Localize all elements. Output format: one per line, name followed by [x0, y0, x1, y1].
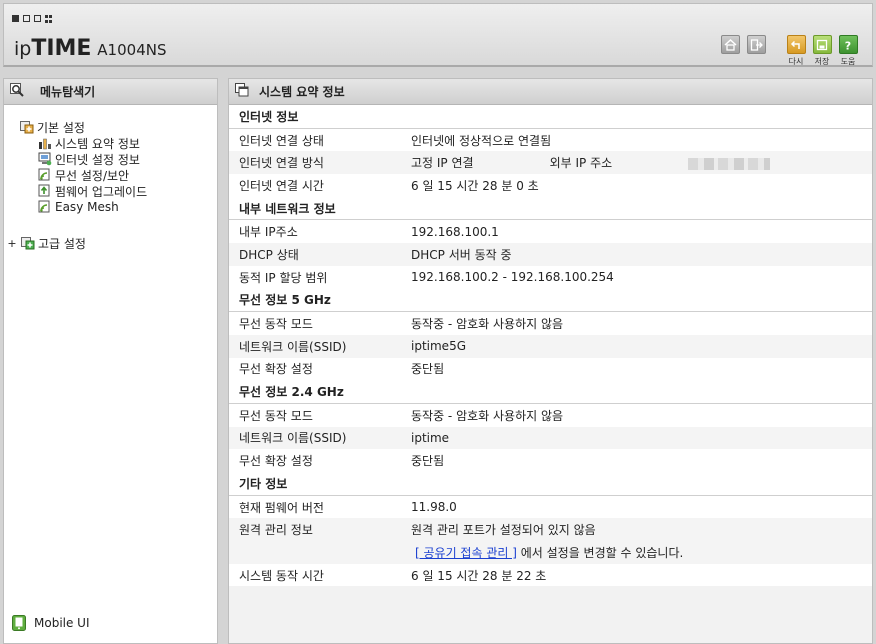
tree-basic-settings[interactable]: 기본 설정 [4, 119, 217, 135]
redacted-ip [688, 157, 771, 170]
section-etc: 기타 정보 [229, 472, 872, 496]
back-icon [786, 35, 806, 54]
section-wireless-5ghz: 무선 정보 5 GHz [229, 288, 872, 313]
table-row: 무선 확장 설정 중단됨 [239, 454, 445, 469]
tree-advanced-label: 고급 설정 [38, 236, 86, 251]
save-label: 저장 [814, 57, 830, 66]
back-label: 다시 [788, 57, 804, 66]
tree-basic-label: 기본 설정 [37, 120, 85, 135]
menu-tree: 기본 설정 시스템 요약 정보 인터넷 설정 정보 무선 설정/보안 펌웨어 업… [4, 119, 217, 251]
folder-advanced-icon [21, 236, 35, 250]
table-row: 동적 IP 할당 범위 192.168.100.2 - 192.168.100.2… [239, 270, 614, 285]
system-summary-header: 시스템 요약 정보 [229, 79, 872, 105]
tree-item-firmware-upgrade[interactable]: 펌웨어 업그레이드 [4, 183, 217, 199]
help-icon: ? [838, 35, 858, 54]
table-row: 현재 펌웨어 버전 11.98.0 [239, 500, 457, 515]
table-row: 인터넷 연결 시간 6 일 15 시간 28 분 0 초 [239, 178, 539, 193]
mobile-ui-label: Mobile UI [34, 616, 90, 630]
table-row: 무선 동작 모드 동작중 - 암호화 사용하지 않음 [239, 408, 564, 423]
back-button[interactable]: 다시 [786, 35, 806, 67]
system-summary-title: 시스템 요약 정보 [259, 85, 345, 99]
bar-chart-icon [38, 136, 52, 150]
table-row: 네트워크 이름(SSID) iptime5G [229, 334, 872, 358]
logout-icon [746, 35, 766, 54]
external-ip-label: 외부 IP 주소 [549, 156, 613, 171]
top-header: ipTIME A1004NS 다시 저장 ? 도움 [3, 3, 873, 67]
help-label: 도움 [840, 57, 856, 66]
menu-explorer-panel: 메뉴탐색기 기본 설정 시스템 요약 정보 인터넷 설정 정보 무선 설정/보안 [3, 78, 218, 644]
table-row: 무선 확장 설정 중단됨 [239, 362, 445, 377]
table-row: 네트워크 이름(SSID) iptime [229, 426, 872, 450]
table-row: DHCP 상태 DHCP 서버 동작 중 [229, 243, 872, 266]
table-row: 인터넷 연결 상태 인터넷에 정상적으로 연결됨 [239, 133, 552, 148]
svg-text:?: ? [845, 39, 851, 51]
system-summary-panel: 시스템 요약 정보 인터넷 정보 인터넷 연결 상태 인터넷에 정상적으로 연결됨… [228, 78, 873, 644]
wireless-icon [38, 168, 52, 182]
mesh-icon [38, 200, 52, 214]
section-lan: 내부 네트워크 정보 [229, 196, 872, 221]
home-icon [720, 35, 740, 54]
model-name: A1004NS [97, 41, 167, 59]
expand-icon[interactable]: + [7, 237, 17, 250]
save-button[interactable]: 저장 [812, 35, 832, 67]
tree-advanced-settings[interactable]: + 고급 설정 [4, 235, 217, 251]
magnifier-icon [10, 83, 26, 100]
table-row: [ 공유기 접속 관리 ] 에서 설정을 변경할 수 있습니다. [229, 541, 872, 564]
summary-table: 인터넷 정보 인터넷 연결 상태 인터넷에 정상적으로 연결됨 인터넷 연결 방식… [229, 105, 872, 587]
table-row: 내부 IP주소 192.168.100.1 [239, 224, 499, 240]
menu-explorer-header: 메뉴탐색기 [4, 79, 217, 105]
table-row: 시스템 동작 시간 6 일 15 시간 28 분 22 초 [239, 568, 547, 583]
brand-logo: ipTIME A1004NS [14, 36, 167, 61]
table-row: 인터넷 연결 방식 고정 IP 연결 외부 IP 주소 [229, 151, 872, 175]
tree-item-internet-settings[interactable]: 인터넷 설정 정보 [4, 151, 217, 167]
help-button[interactable]: ? 도움 [838, 35, 858, 67]
window-icon [235, 83, 249, 100]
upgrade-icon [38, 184, 52, 198]
tree-item-system-summary[interactable]: 시스템 요약 정보 [4, 135, 217, 151]
section-wireless-24ghz: 무선 정보 2.4 GHz [229, 380, 872, 404]
table-row: 원격 관리 정보 원격 관리 포트가 설정되어 있지 않음 [229, 518, 872, 542]
table-row: 무선 동작 모드 동작중 - 암호화 사용하지 않음 [239, 317, 564, 332]
save-icon [812, 35, 832, 54]
menu-explorer-title: 메뉴탐색기 [40, 85, 96, 99]
router-access-management-link[interactable]: [ 공유기 접속 관리 ] [415, 546, 517, 560]
home-button[interactable] [720, 35, 740, 67]
logout-button[interactable] [746, 35, 766, 67]
monitor-icon [38, 152, 52, 166]
tree-item-wireless-security[interactable]: 무선 설정/보안 [4, 167, 217, 183]
tree-item-easy-mesh[interactable]: Easy Mesh [4, 199, 217, 215]
logo-squares [12, 15, 53, 23]
section-internet: 인터넷 정보 [229, 105, 872, 129]
folder-settings-icon [20, 120, 34, 134]
mobile-ui-link[interactable]: Mobile UI [12, 615, 90, 631]
mobile-phone-icon [12, 615, 26, 631]
